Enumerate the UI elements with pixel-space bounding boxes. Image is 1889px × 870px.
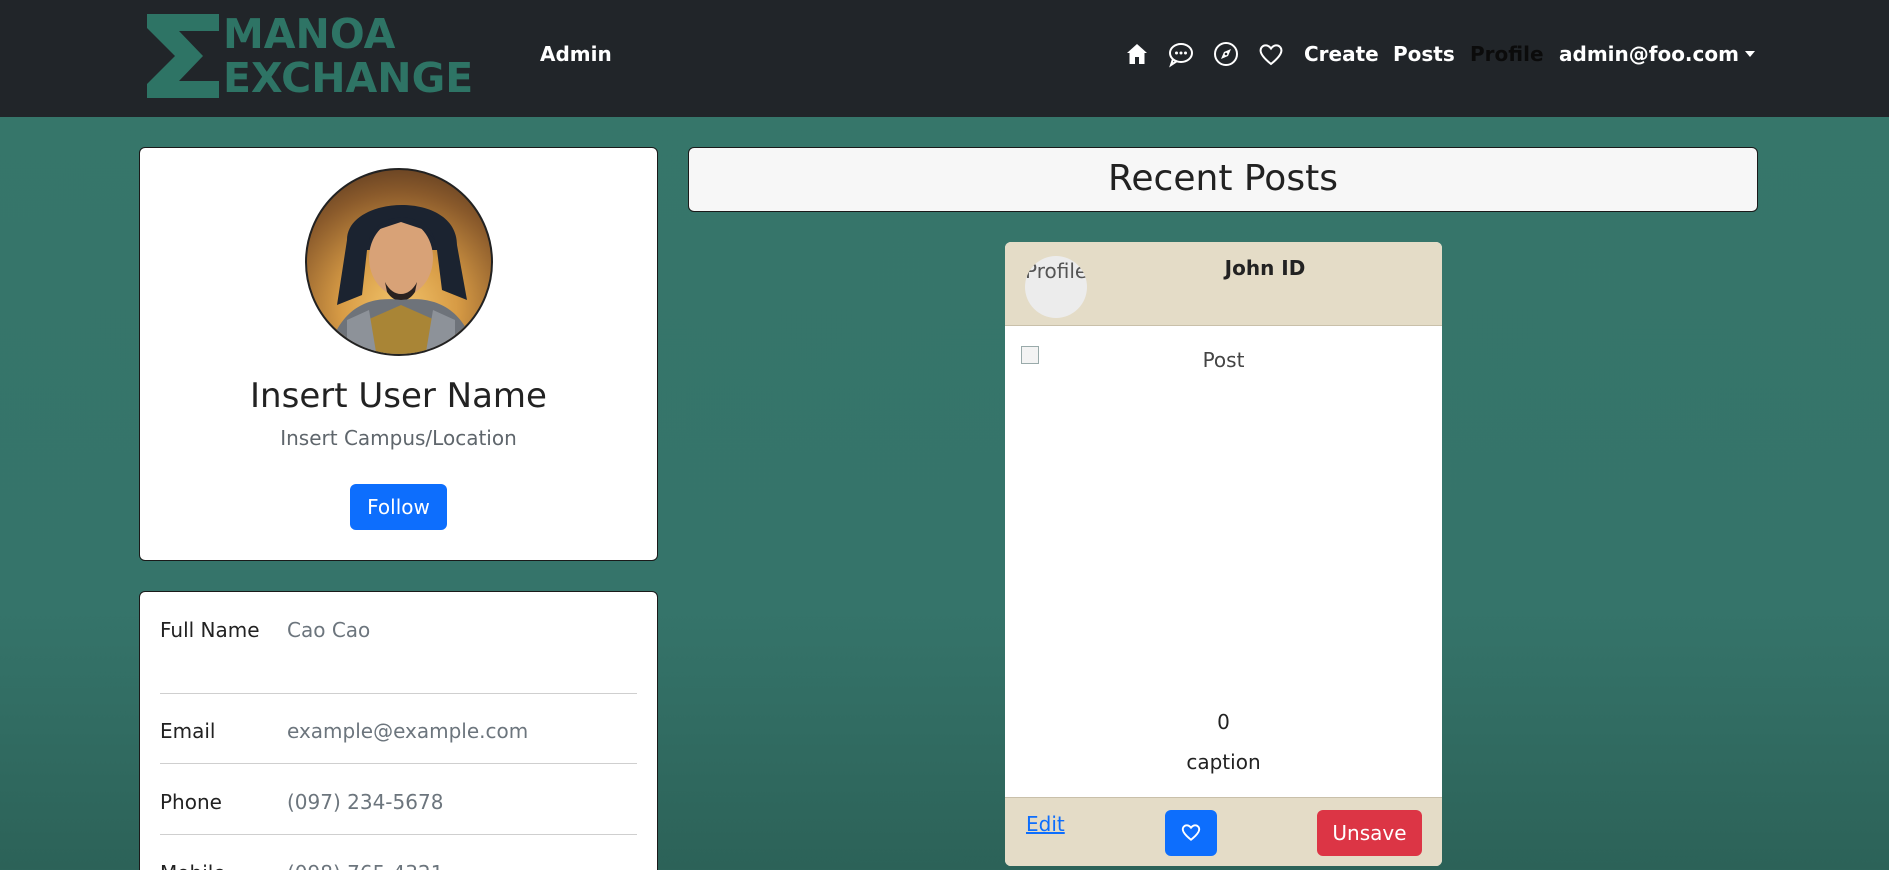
info-label: Mobile [160,858,270,870]
compass-icon[interactable] [1212,40,1240,68]
post-image[interactable]: Post [1005,348,1442,372]
brand-name-line2: EXCHANGE [223,54,474,102]
info-row-mobile: Mobile (098) 765-4321 [160,858,637,870]
home-icon[interactable] [1123,40,1151,68]
profile-card: Insert User Name Insert Campus/Location … [139,147,658,561]
heart-icon[interactable] [1257,40,1285,68]
nav-admin-link[interactable]: Admin [540,42,612,66]
recent-posts-header: Recent Posts [688,147,1758,212]
info-label: Phone [160,790,222,814]
edit-post-link[interactable]: Edit [1026,812,1065,836]
info-label: Full Name [160,618,260,642]
info-value: Cao Cao [287,618,371,642]
info-value: (098) 765-4321 [287,858,443,870]
top-navbar: MANOA EXCHANGE Admin Create Posts Profil… [0,0,1889,117]
user-menu-dropdown[interactable]: admin@foo.com [1559,42,1755,66]
post-author-avatar[interactable]: Profile [1025,256,1087,318]
brand-name-line1: MANOA [223,10,396,58]
chevron-down-icon [1744,51,1755,57]
info-row-phone: Phone (097) 234-5678 [160,787,637,835]
nav-posts-link[interactable]: Posts [1393,42,1455,66]
info-row-email: Email example@example.com [160,716,637,764]
nav-profile-link[interactable]: Profile [1470,42,1544,66]
info-value: example@example.com [287,719,529,743]
post-footer: Edit Unsave [1005,797,1442,866]
post-card: Profile John ID Post 0 caption Edit Unsa… [1005,242,1442,866]
info-row-full-name: Full Name Cao Cao [160,615,637,694]
unsave-button[interactable]: Unsave [1317,810,1422,856]
info-value: (097) 234-5678 [287,790,444,814]
user-menu-label: admin@foo.com [1559,42,1739,66]
heart-icon [1181,823,1201,841]
user-location: Insert Campus/Location [280,426,517,450]
like-button[interactable] [1165,810,1217,856]
chat-icon[interactable] [1167,40,1195,68]
user-name: Insert User Name [250,376,547,416]
post-author-name[interactable]: John ID [1105,256,1425,280]
follow-button[interactable]: Follow [350,484,447,530]
sigma-logo-icon [147,14,219,98]
nav-create-link[interactable]: Create [1304,42,1379,66]
user-portrait-image [328,205,476,354]
user-avatar [305,168,493,356]
post-like-count: 0 [1217,710,1230,734]
user-info-card: Full Name Cao Cao Email example@example.… [139,591,658,870]
brand-logo[interactable]: MANOA EXCHANGE [147,10,503,102]
post-header: Profile John ID [1005,242,1442,326]
post-caption: caption [1186,750,1261,774]
info-label: Email [160,719,216,743]
